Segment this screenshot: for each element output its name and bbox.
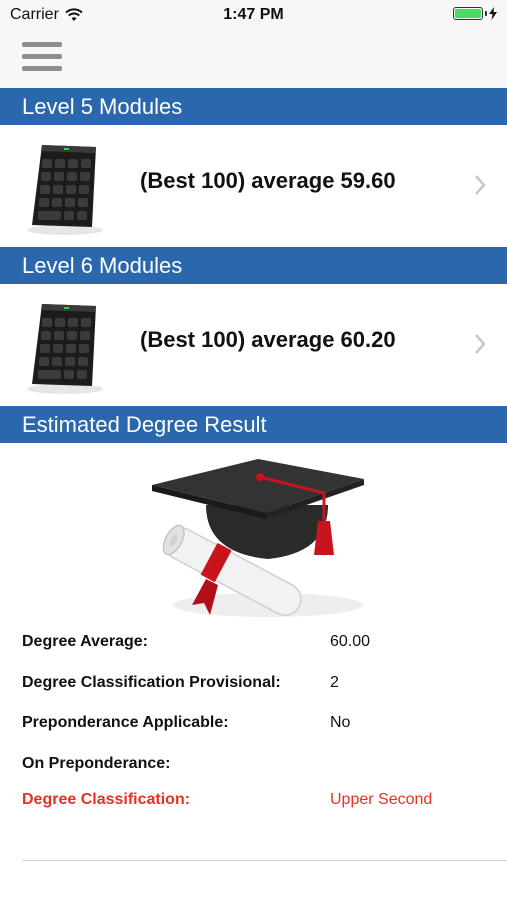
degree-average-label: Degree Average: [22,633,148,650]
level-6-average-label: (Best 100) average 60.20 [140,327,396,352]
level-5-modules-row[interactable]: (Best 100) average 59.60 [0,125,507,247]
battery-indicator [453,7,497,20]
degree-classification-provisional-value: 2 [330,674,339,691]
keypad-icon [27,145,103,235]
status-bar: Carrier 1:47 PM [0,0,507,30]
chevron-right-icon [475,175,486,195]
navigation-bar [0,30,507,88]
charging-bolt-icon [489,7,497,20]
section-header-level-6: Level 6 Modules [0,247,507,284]
degree-classification-provisional-label: Degree Classification Provisional: [22,674,281,691]
battery-icon [453,7,483,20]
graduation-cap-icon [152,459,364,617]
hamburger-menu-icon[interactable] [22,42,62,72]
preponderance-applicable-value: No [330,714,351,731]
section-header-estimated-degree: Estimated Degree Result [0,406,507,443]
degree-average-value: 60.00 [330,633,371,650]
section-header-level-5: Level 5 Modules [0,88,507,125]
chevron-right-icon [475,334,486,354]
level-6-modules-row[interactable]: (Best 100) average 60.20 [0,284,507,406]
keypad-icon [27,304,103,394]
preponderance-applicable-label: Preponderance Applicable: [22,714,229,731]
degree-classification-value: Upper Second [330,791,433,808]
clock: 1:47 PM [223,6,284,23]
degree-classification-label: Degree Classification: [22,791,191,808]
on-preponderance-label: On Preponderance: [22,755,171,772]
level-5-average-label: (Best 100) average 59.60 [140,168,396,193]
divider [22,860,507,861]
